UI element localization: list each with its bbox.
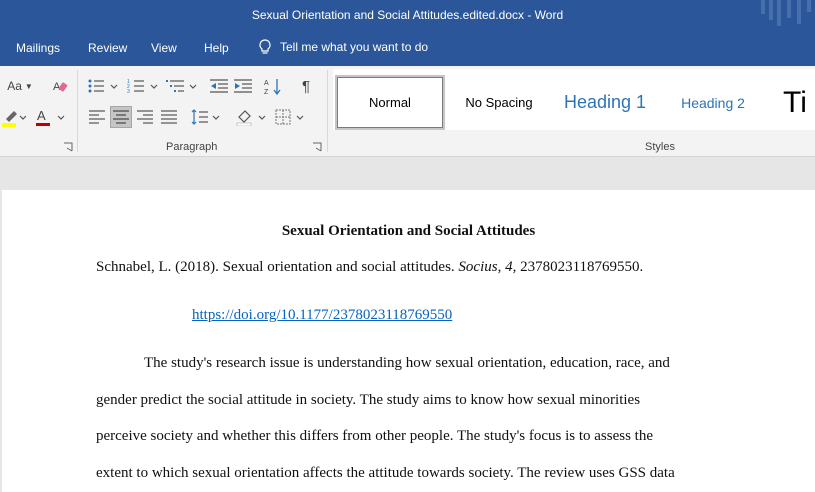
borders-icon: [275, 109, 304, 125]
document-page[interactable]: Sexual Orientation and Social Attitudes …: [2, 190, 815, 492]
chevron-down-icon: ▼: [24, 81, 33, 91]
style-heading-1[interactable]: Heading 1: [555, 75, 655, 130]
sort-icon: A Z: [264, 79, 281, 95]
tab-review[interactable]: Review: [88, 41, 127, 55]
style-normal[interactable]: Normal: [335, 75, 445, 130]
paragraph-line: gender predict the social attitude in so…: [96, 392, 641, 408]
bullets-button[interactable]: [86, 76, 122, 96]
show-formatting-button[interactable]: ¶: [296, 76, 316, 96]
align-right-icon: [137, 110, 153, 124]
style-heading-2-label: Heading 2: [681, 94, 745, 111]
change-case-label: Aa: [7, 79, 22, 93]
decrease-indent-icon: [210, 79, 228, 93]
window-title: Sexual Orientation and Social Attitudes.…: [251, 8, 564, 22]
justify-icon: [161, 110, 177, 124]
justify-button[interactable]: [158, 106, 180, 128]
align-center-icon: [113, 110, 129, 124]
highlighter-icon: [2, 111, 26, 127]
highlight-color-button[interactable]: [0, 106, 28, 128]
citation: Schnabel, L. (2018). Sexual orientation …: [96, 259, 643, 276]
svg-text:Z: Z: [264, 89, 269, 95]
style-title[interactable]: Ti: [783, 75, 815, 130]
paragraph-dialog-launcher[interactable]: [311, 141, 323, 153]
align-right-button[interactable]: [134, 106, 156, 128]
tab-mailings[interactable]: Mailings: [16, 41, 60, 55]
font-color-button[interactable]: A: [33, 106, 67, 128]
svg-text:A: A: [264, 80, 269, 87]
ribbon: Aa ▼ A A 123 A Z ¶ Paragraph Normal No S…: [0, 66, 815, 157]
borders-button[interactable]: [274, 106, 308, 128]
styles-gallery: Normal No Spacing Heading 1 Heading 2 Ti: [333, 69, 815, 130]
group-divider: [327, 70, 328, 152]
pilcrow-icon: ¶: [301, 77, 311, 95]
citation-journal: Socius: [458, 259, 498, 275]
styles-group-label: Styles: [645, 141, 675, 153]
document-title: Sexual Orientation and Social Attitudes: [281, 223, 536, 239]
decorative-pattern: [761, 0, 811, 26]
group-divider: [77, 70, 78, 152]
menu-bar: Mailings Review View Help Tell me what y…: [0, 33, 815, 66]
font-dialog-launcher[interactable]: [62, 141, 74, 153]
numbering-button[interactable]: 123: [126, 76, 162, 96]
citation-volume: 4: [505, 259, 513, 275]
paragraph-group-label: Paragraph: [166, 141, 218, 153]
line-spacing-button[interactable]: [190, 106, 222, 128]
style-title-label: Ti: [783, 85, 807, 119]
lightbulb-icon: [259, 39, 271, 54]
clear-formatting-button[interactable]: A: [50, 76, 70, 96]
svg-text:A: A: [37, 108, 46, 123]
style-heading-1-label: Heading 1: [563, 92, 647, 112]
increase-indent-button[interactable]: [232, 76, 254, 96]
align-left-icon: [89, 110, 105, 124]
bullets-icon: [88, 79, 118, 93]
shading-button[interactable]: [234, 106, 268, 128]
paragraph-line: perceive society and whether this differ…: [96, 428, 654, 444]
multilevel-list-button[interactable]: [165, 76, 201, 96]
ruler-area: [0, 157, 815, 190]
style-no-spacing-label: No Spacing: [465, 95, 533, 110]
style-no-spacing[interactable]: No Spacing: [449, 75, 549, 130]
tab-view[interactable]: View: [151, 41, 177, 55]
decrease-indent-button[interactable]: [208, 76, 230, 96]
dialog-launcher-icon: [64, 142, 73, 152]
style-normal-label: Normal: [369, 95, 411, 110]
citation-separator: ,: [497, 259, 506, 275]
sort-button[interactable]: A Z: [262, 76, 284, 96]
citation-suffix: , 2378023118769550.: [512, 259, 644, 275]
tab-help[interactable]: Help: [204, 41, 229, 55]
align-left-button[interactable]: [86, 106, 108, 128]
line-spacing-icon: [191, 109, 220, 125]
tell-me-search[interactable]: Tell me what you want to do: [258, 39, 428, 55]
svg-text:3: 3: [127, 89, 130, 94]
font-color-icon: A: [36, 108, 65, 126]
increase-indent-icon: [234, 79, 252, 93]
clear-formatting-icon: A: [53, 81, 68, 93]
numbering-icon: 123: [127, 79, 158, 94]
multilevel-list-icon: [166, 80, 197, 92]
dialog-launcher-icon: [313, 142, 322, 152]
change-case-button[interactable]: Aa ▼: [4, 76, 36, 96]
shading-icon: [236, 110, 266, 126]
title-bar: Sexual Orientation and Social Attitudes.…: [0, 0, 815, 33]
citation-prefix: Schnabel, L. (2018). Sexual orientation …: [96, 259, 455, 275]
paragraph-line: The study's research issue is understand…: [144, 355, 670, 371]
style-heading-2[interactable]: Heading 2: [665, 75, 761, 130]
doi-link[interactable]: https://doi.org/10.1177/2378023118769550: [192, 307, 452, 324]
paragraph-line: extent to which sexual orientation affec…: [96, 465, 675, 481]
tell-me-label: Tell me what you want to do: [280, 40, 429, 54]
align-center-button[interactable]: [110, 106, 132, 128]
